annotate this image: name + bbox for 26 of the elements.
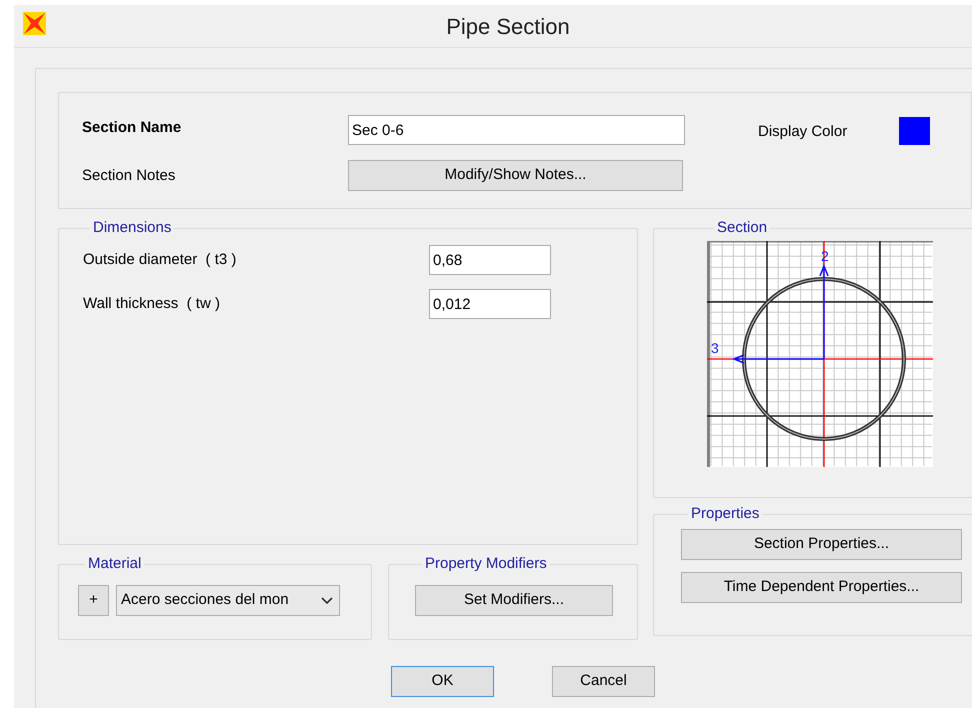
group-title: Material [87,555,142,573]
app-logo-icon [22,11,47,36]
properties-button[interactable]: Time Dependent Properties... [681,572,962,603]
group-title: Properties [690,505,760,523]
dialog-button[interactable]: Cancel [552,666,655,697]
dimension-field[interactable]: 0,68 [429,245,551,275]
material-dropdown[interactable]: Acero secciones del mon [116,585,340,616]
field-label: Section Notes [82,166,176,186]
group-title: Section [716,219,768,237]
chevron-down-icon [321,596,333,604]
window-title: Pipe Section [445,12,570,41]
color-swatch[interactable] [899,117,930,145]
modify-notes-button[interactable]: Modify/Show Notes... [348,160,683,191]
add-button[interactable]: + [78,585,109,616]
set-modifiers-button[interactable]: Set Modifiers... [415,585,613,616]
axis-label: 3 [711,340,719,356]
dialog-button[interactable]: OK [391,666,494,697]
field-label: Outside diameter ( t3 ) [83,250,238,270]
field-label: Wall thickness ( tw ) [83,294,221,314]
section-name-field[interactable]: Sec 0-6 [348,115,685,145]
field-label: Section Name [82,118,182,138]
group-title: Property Modifiers [424,555,548,573]
group-title: Dimensions [92,219,172,237]
field-label: Display Color [758,122,848,139]
dimension-field[interactable]: 0,012 [429,289,551,319]
properties-button[interactable]: Section Properties... [681,529,962,560]
